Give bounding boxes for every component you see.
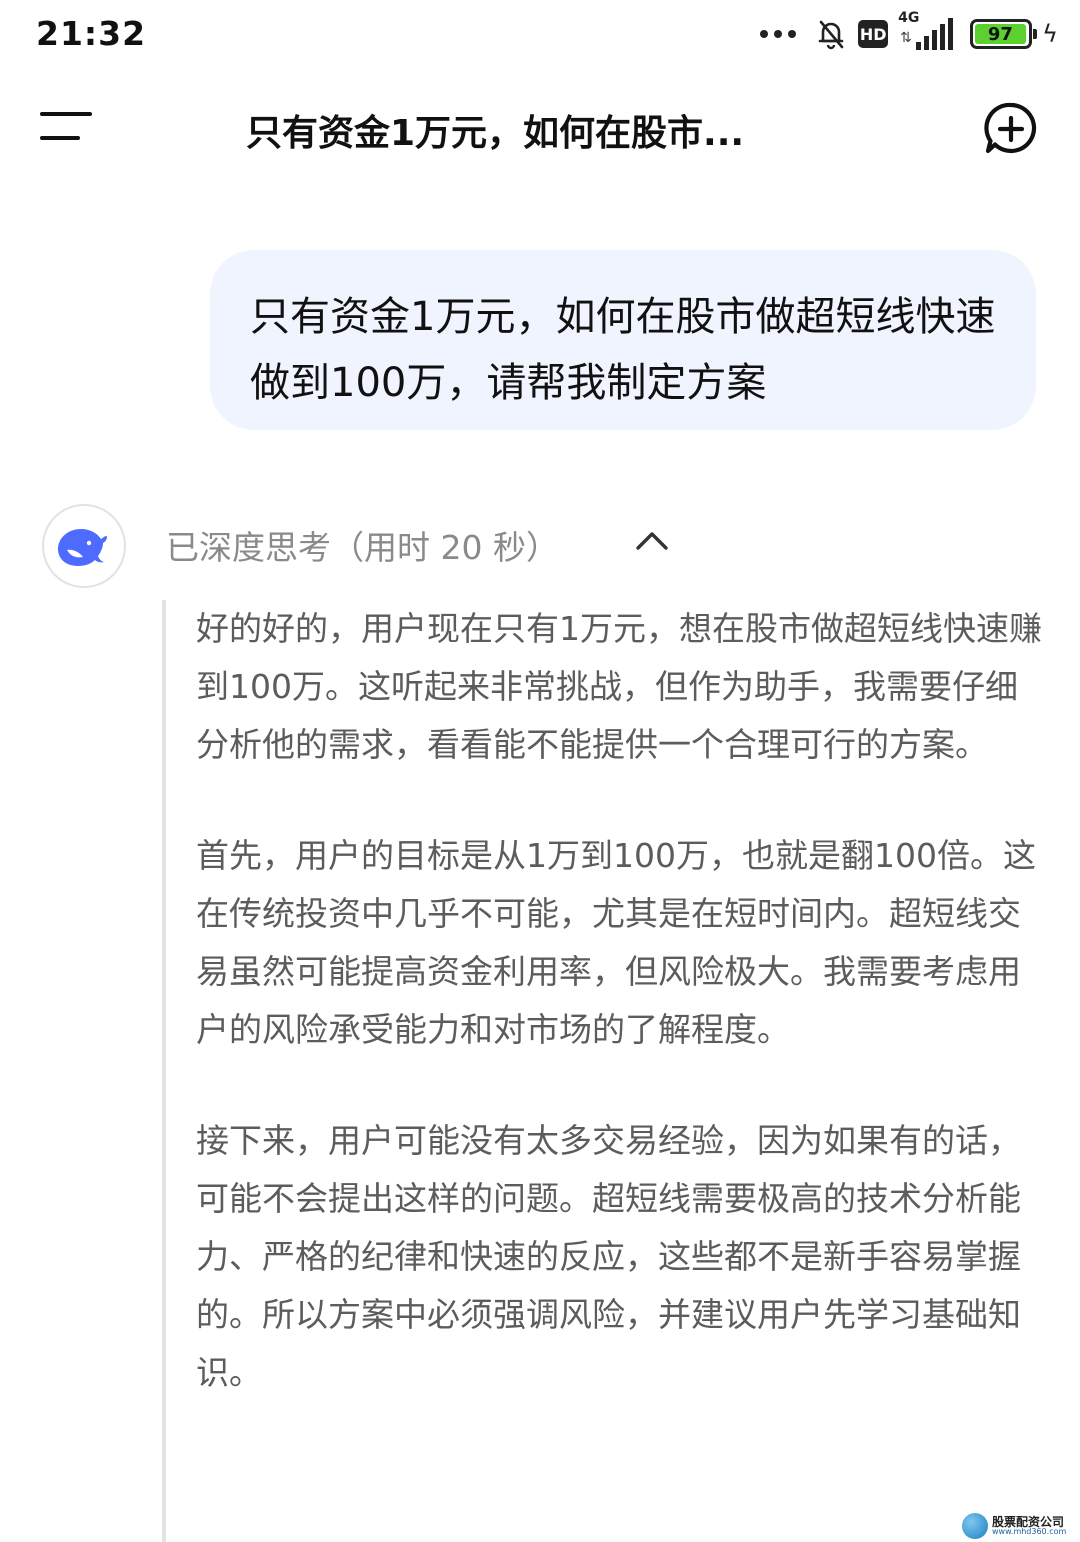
new-chat-plus-icon[interactable] — [982, 100, 1040, 158]
thinking-status-label[interactable]: 已深度思考（用时 20 秒） — [166, 521, 559, 569]
user-message-bubble[interactable]: 只有资金1万元，如何在股市做超短线快速做到100万，请帮我制定方案 — [210, 250, 1036, 430]
assistant-avatar — [42, 504, 126, 588]
status-time: 21:32 — [36, 14, 147, 53]
menu-icon[interactable] — [40, 108, 98, 148]
thinking-content: 好的好的，用户现在只有1万元，想在股市做超短线快速赚到100万。这听起来非常挑战… — [196, 600, 1046, 1455]
bell-off-icon — [818, 20, 844, 50]
more-dots-icon — [760, 30, 797, 38]
globe-icon — [962, 1513, 988, 1539]
battery-icon: 97 — [970, 19, 1038, 49]
whale-logo-icon — [58, 529, 107, 566]
charging-bolt-icon: ϟ — [1042, 20, 1058, 48]
thinking-paragraph: 接下来，用户可能没有太多交易经验，因为如果有的话，可能不会提出这样的问题。超短线… — [196, 1121, 1021, 1392]
chevron-up-icon[interactable] — [634, 528, 670, 554]
status-icons: HD 4G ⇅ 97 ϟ — [760, 10, 1058, 54]
battery-level: 97 — [975, 24, 1026, 45]
watermark-url: www.mhd360.com — [992, 1527, 1067, 1536]
user-message-text: 只有资金1万元，如何在股市做超短线快速做到100万，请帮我制定方案 — [250, 294, 996, 406]
page-title: 只有资金1万元，如何在股市... — [246, 113, 745, 154]
hd-icon: HD — [858, 20, 889, 48]
thinking-paragraph: 好的好的，用户现在只有1万元，想在股市做超短线快速赚到100万。这听起来非常挑战… — [196, 609, 1042, 764]
thinking-divider — [162, 600, 166, 1542]
app-header: 只有资金1万元，如何在股市... — [0, 72, 1080, 182]
status-bar: 21:32 HD 4G ⇅ 97 ϟ — [0, 0, 1080, 70]
signal-icon: 4G ⇅ — [898, 10, 960, 54]
watermark: 股票配资公司 www.mhd360.com — [962, 1510, 1078, 1542]
thinking-paragraph: 首先，用户的目标是从1万到100万，也就是翻100倍。这在传统投资中几乎不可能，… — [196, 836, 1036, 1049]
